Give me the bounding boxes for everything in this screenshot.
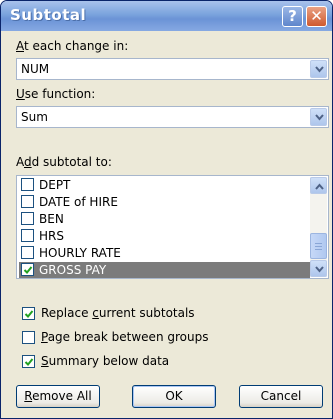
checkbox[interactable] xyxy=(22,331,35,344)
list-item-gross-pay[interactable]: GROSS PAY xyxy=(19,262,310,278)
remove-all-button[interactable]: Remove All xyxy=(16,385,100,408)
close-icon: ✕ xyxy=(310,7,323,25)
accel-key: A xyxy=(16,39,24,53)
scroll-thumb[interactable] xyxy=(310,233,327,259)
label-text: d subtotal to: xyxy=(31,155,112,169)
button-label: emove All xyxy=(32,389,92,403)
accel-key: d xyxy=(24,155,32,169)
close-button[interactable]: ✕ xyxy=(306,6,327,27)
label-text: ummary below data xyxy=(48,354,170,368)
checkbox[interactable] xyxy=(21,246,34,259)
scroll-up-icon[interactable] xyxy=(310,177,327,194)
list-item-label: DATE of HIRE xyxy=(39,195,118,209)
option-label: Summary below data xyxy=(41,354,169,368)
accel-key: R xyxy=(24,389,33,403)
title-bar[interactable]: Subtotal ? ✕ xyxy=(1,1,332,31)
subtotal-dialog: Subtotal ? ✕ At each change in: NUM Use … xyxy=(0,0,333,419)
help-button[interactable]: ? xyxy=(282,6,303,27)
label-text: Replace xyxy=(41,306,93,320)
list-item-hourly-rate[interactable]: HOURLY RATE xyxy=(19,245,310,262)
list-item-label: HOURLY RATE xyxy=(39,246,121,260)
checkbox[interactable] xyxy=(21,195,34,208)
checkmark-icon xyxy=(24,310,34,318)
label-text: A xyxy=(16,155,24,169)
list-item-label: GROSS PAY xyxy=(39,263,107,277)
list-item-hrs[interactable]: HRS xyxy=(19,228,310,245)
list-item-label: HRS xyxy=(39,229,64,243)
add-subtotal-list[interactable]: DEPT DATE of HIRE BEN HRS HOURLY RATE GR… xyxy=(16,175,329,279)
checkbox[interactable] xyxy=(21,263,34,276)
use-function-label: Use function: xyxy=(16,87,95,101)
change-in-label: At each change in: xyxy=(16,39,128,53)
ok-button[interactable]: OK xyxy=(132,385,216,408)
help-icon: ? xyxy=(288,7,297,25)
checkbox[interactable] xyxy=(21,212,34,225)
grip-line xyxy=(315,249,322,250)
option-label: Replace current subtotals xyxy=(41,306,195,320)
checkbox[interactable] xyxy=(22,355,35,368)
list-scrollbar[interactable] xyxy=(310,177,327,277)
accel-key: U xyxy=(16,87,25,101)
checkbox[interactable] xyxy=(21,178,34,191)
accel-key: P xyxy=(41,330,48,344)
list-item-dept[interactable]: DEPT xyxy=(19,177,310,194)
use-function-value: Sum xyxy=(21,110,48,124)
accel-key: S xyxy=(41,354,49,368)
change-in-dropdown[interactable]: NUM xyxy=(16,58,329,80)
label-text: age break between groups xyxy=(47,330,209,344)
checkbox[interactable] xyxy=(22,307,35,320)
checkbox[interactable] xyxy=(21,229,34,242)
option-label: Page break between groups xyxy=(41,330,208,344)
chevron-down-icon[interactable] xyxy=(310,108,327,126)
grip-line xyxy=(315,243,322,244)
label-text: urrent subtotals xyxy=(98,306,195,320)
grip-line xyxy=(315,246,322,247)
list-item-ben[interactable]: BEN xyxy=(19,211,310,228)
list-item-date-of-hire[interactable]: DATE of HIRE xyxy=(19,194,310,211)
label-text: se function: xyxy=(24,87,96,101)
label-text: t each change in: xyxy=(24,39,129,53)
add-subtotal-label: Add subtotal to: xyxy=(16,155,112,169)
list-item-label: BEN xyxy=(39,212,64,226)
accel-key: c xyxy=(92,306,99,320)
checkmark-icon xyxy=(24,358,34,366)
chevron-down-icon[interactable] xyxy=(310,60,327,78)
use-function-dropdown[interactable]: Sum xyxy=(16,106,329,128)
list-item-label: DEPT xyxy=(39,178,71,192)
change-in-value: NUM xyxy=(21,62,50,76)
scroll-down-icon[interactable] xyxy=(310,260,327,277)
cancel-button[interactable]: Cancel xyxy=(239,385,323,408)
dialog-title: Subtotal xyxy=(10,6,87,24)
checkmark-icon xyxy=(23,266,33,274)
